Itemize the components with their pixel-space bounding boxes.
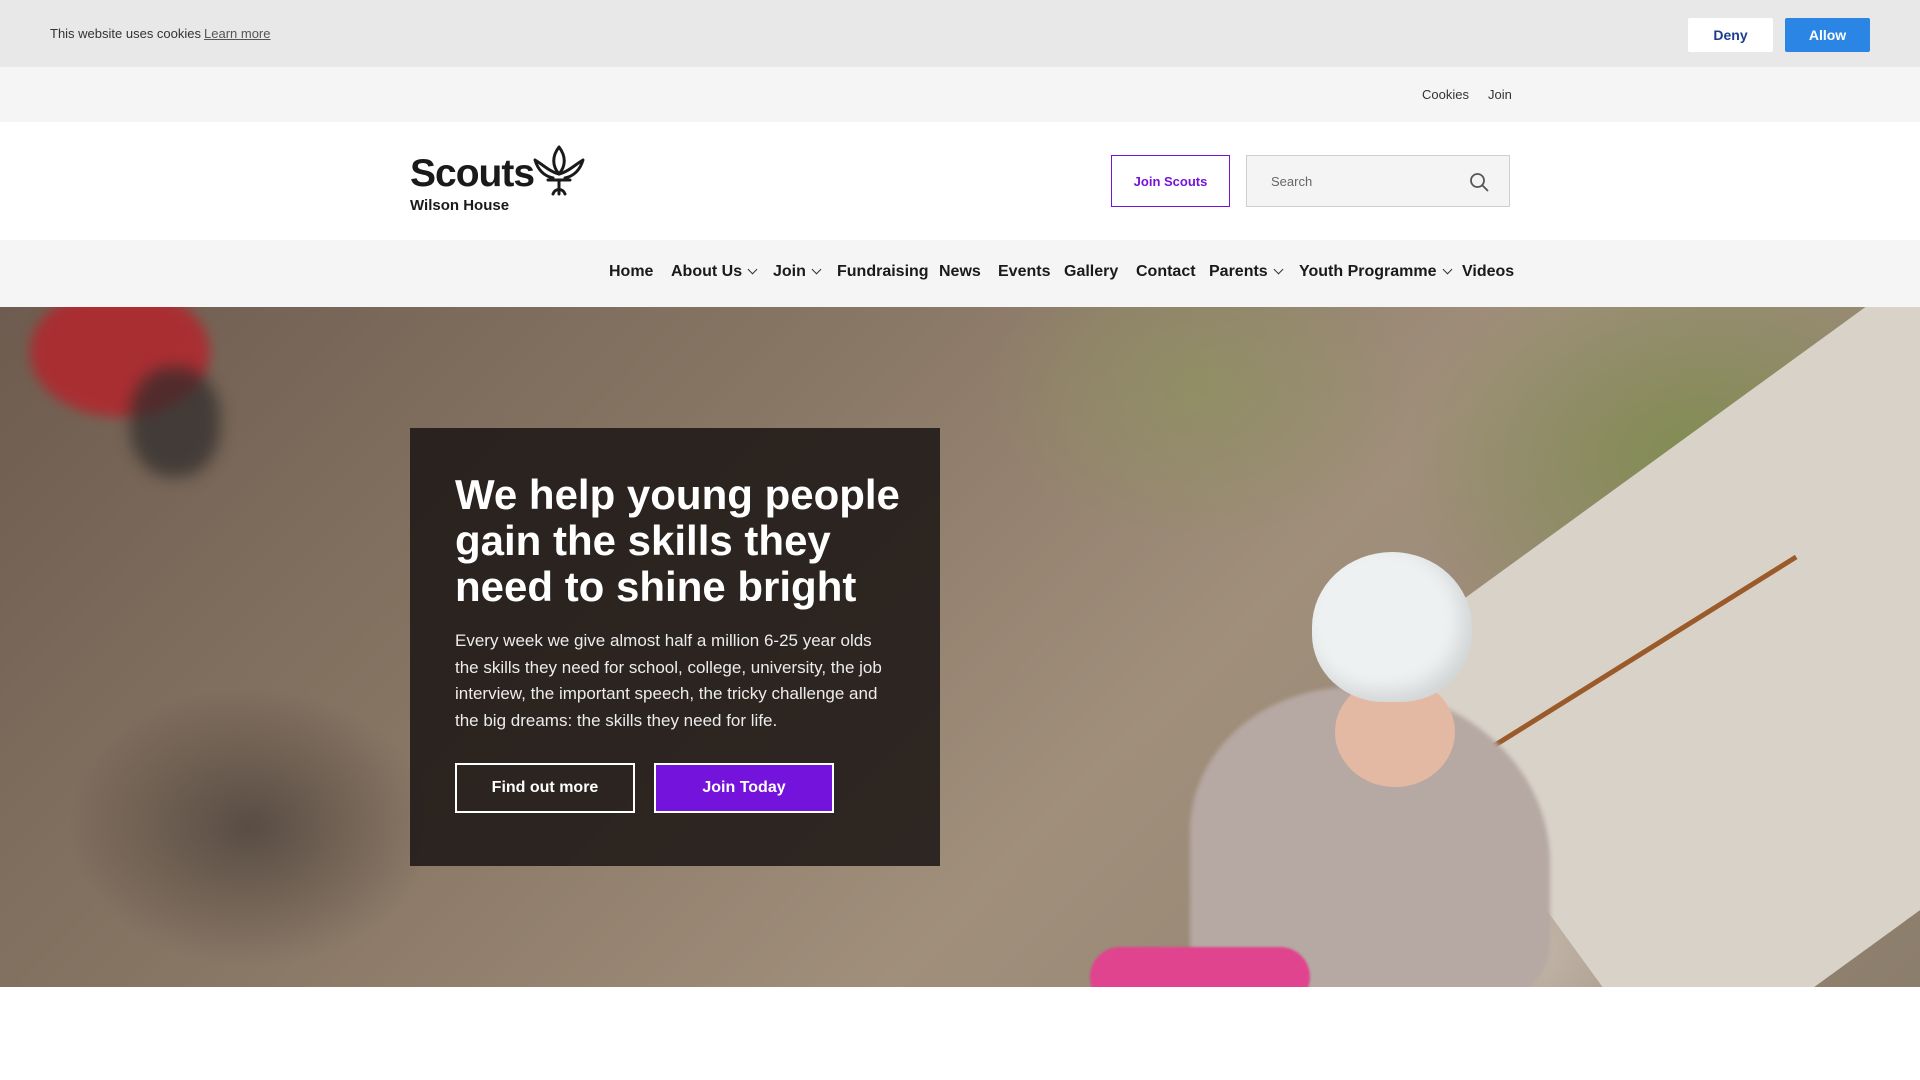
nav-item-videos[interactable]: Videos [1462,263,1514,281]
nav-item-label: News [939,263,981,280]
fleur-de-lis-icon [533,145,585,196]
utility-bar: Cookies Join [0,67,1920,122]
utility-link-cookies[interactable]: Cookies [1422,87,1469,102]
nav-item-label: Youth Programme [1299,263,1437,280]
cookie-learn-more-link[interactable]: Learn more [204,26,270,41]
nav-item-label: Home [609,263,654,280]
main-nav: Home About Us Join Fundraising News Even… [0,240,1920,307]
nav-item-youth-programme[interactable]: Youth Programme [1299,263,1452,281]
nav-item-home[interactable]: Home [609,263,653,281]
hero-banner: We help young people gain the skills the… [0,307,1920,987]
cookie-banner-text: This website uses cookies [50,26,202,41]
hero-body: Every week we give almost half a million… [455,631,882,730]
find-out-more-button[interactable]: Find out more [455,763,635,813]
site-header: Scouts Wilson House Join Scouts [0,122,1920,240]
hero-photo-shadow [130,367,220,477]
hero-title: We help young people gain the skills the… [455,471,900,610]
nav-item-label: Videos [1462,263,1515,280]
nav-item-gallery[interactable]: Gallery [1064,263,1118,281]
chevron-down-icon [1273,264,1284,275]
nav-item-events[interactable]: Events [998,263,1050,281]
cookie-allow-button[interactable]: Allow [1785,18,1870,52]
search-icon[interactable] [1469,172,1489,192]
chevron-down-icon [747,264,758,275]
hero-photo-pink-trousers [1090,947,1310,987]
nav-item-label: About Us [671,263,743,280]
hero-photo-helmet [1312,552,1472,702]
logo-wordmark[interactable]: Scouts [410,152,535,196]
nav-item-parents[interactable]: Parents [1209,263,1284,281]
chevron-down-icon [1442,264,1452,275]
join-today-button[interactable]: Join Today [654,763,834,813]
nav-item-label: Contact [1136,263,1196,280]
nav-item-label: Join [773,263,806,280]
logo-subtitle: Wilson House [410,197,510,214]
search-input[interactable] [1247,156,1467,206]
utility-link-join[interactable]: Join [1488,87,1512,102]
nav-item-fundraising[interactable]: Fundraising [837,263,929,281]
join-scouts-button[interactable]: Join Scouts [1111,155,1230,207]
nav-item-contact[interactable]: Contact [1136,263,1196,281]
cookie-deny-button[interactable]: Deny [1688,18,1773,52]
nav-item-news[interactable]: News [939,263,981,281]
cookie-banner: This website uses cookies Learn more Den… [0,0,1920,67]
nav-item-join[interactable]: Join [773,263,822,281]
nav-item-label: Gallery [1064,263,1119,280]
search-box [1246,155,1510,207]
nav-item-label: Fundraising [837,263,929,280]
hero-panel: We help young people gain the skills the… [410,428,940,866]
nav-item-about-us[interactable]: About Us [671,263,758,281]
chevron-down-icon [811,264,822,275]
nav-item-label: Parents [1209,263,1268,280]
nav-item-label: Events [998,263,1051,280]
